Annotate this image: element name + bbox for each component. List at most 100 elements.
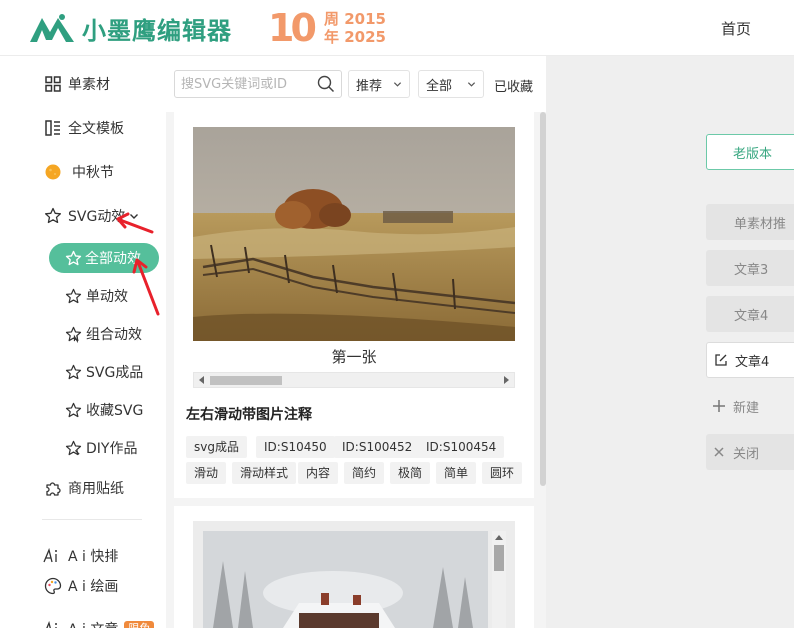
sidebar-item-label: A i 绘画 bbox=[68, 579, 119, 595]
scroll-right-icon[interactable] bbox=[504, 376, 509, 384]
ai-icon bbox=[42, 545, 64, 567]
scroll-thumb[interactable] bbox=[494, 545, 504, 571]
sidebar-subitem-label: 组合动效 bbox=[86, 327, 142, 343]
editor-app: 小墨鹰编辑器 10 周 2015 年 2025 首页 单素材 全文模板 中秋节 bbox=[0, 0, 794, 628]
anniversary-line-1: 周 2015 bbox=[324, 10, 386, 28]
landscape-painting-image bbox=[193, 127, 515, 341]
doc-tab-article-4-active[interactable]: 文章4 bbox=[706, 342, 794, 378]
sidebar-item-svg-effects[interactable]: SVG动效 bbox=[0, 201, 166, 231]
snow-house-image bbox=[203, 531, 488, 628]
puzzle-icon bbox=[42, 477, 64, 499]
tag[interactable]: svg成品 bbox=[186, 436, 247, 458]
sidebar-item-label: 中秋节 bbox=[72, 165, 114, 181]
doc-tab-label: 文章4 bbox=[734, 308, 769, 324]
material-card[interactable]: 第一张 左右滑动带图片注释 svg成品 ID:S10450 ID:S100452… bbox=[174, 112, 534, 498]
tag[interactable]: 滑动 bbox=[186, 462, 227, 484]
search-box bbox=[174, 70, 342, 98]
document-panel: 老版本 单素材推 文章3 文章4 文章4 新建 关闭 bbox=[546, 56, 794, 628]
close-icon bbox=[711, 444, 727, 460]
eagle-logo-icon bbox=[30, 14, 74, 42]
tag[interactable]: 内容 bbox=[298, 462, 339, 484]
sidebar-item-label: 全文模板 bbox=[68, 121, 124, 137]
material-card[interactable] bbox=[174, 506, 534, 628]
template-icon bbox=[42, 117, 64, 139]
filter-toolbar: 推荐 全部 已收藏 bbox=[166, 56, 546, 112]
sidebar-item-label: A i 文章 bbox=[68, 619, 118, 628]
star-n-icon bbox=[62, 323, 84, 345]
new-document-button[interactable]: 新建 bbox=[706, 388, 794, 424]
ai-icon bbox=[42, 618, 64, 628]
edit-icon bbox=[713, 352, 729, 368]
close-document-button[interactable]: 关闭 bbox=[706, 434, 794, 470]
tag[interactable]: ID:S10450 bbox=[256, 436, 335, 458]
search-input[interactable] bbox=[181, 75, 317, 93]
sidebar-item-ai-article[interactable]: A i 文章 限免 bbox=[0, 614, 166, 628]
star-icon bbox=[62, 285, 84, 307]
free-badge: 限免 bbox=[124, 621, 155, 628]
star-icon bbox=[62, 247, 84, 269]
search-icon[interactable] bbox=[317, 75, 335, 93]
horizontal-scrollbar[interactable] bbox=[193, 372, 515, 388]
anniversary-line-2: 年 2025 bbox=[324, 28, 386, 46]
sidebar-item-label: SVG动效 bbox=[68, 209, 126, 225]
sidebar-item-label: 单素材 bbox=[68, 77, 110, 93]
doc-tab-label: 文章4 bbox=[735, 354, 770, 370]
card-title: 左右滑动带图片注释 bbox=[186, 407, 312, 423]
sidebar-subitem-favorite-svg[interactable]: 收藏SVG bbox=[0, 395, 166, 425]
sidebar-subitem-diy-works[interactable]: DIY作品 bbox=[0, 433, 166, 463]
left-sidebar: 单素材 全文模板 中秋节 SVG动效 全部动效 单动效 组合动效 SVG成品 收… bbox=[0, 56, 166, 628]
sidebar-item-ai-painting[interactable]: A i 绘画 bbox=[0, 571, 166, 601]
logo-text: 小墨鹰编辑器 bbox=[82, 17, 232, 45]
chevron-down-icon[interactable] bbox=[129, 211, 139, 221]
sidebar-subitem-label: 全部动效 bbox=[85, 251, 141, 267]
scroll-left-icon[interactable] bbox=[199, 376, 204, 384]
close-document-label: 关闭 bbox=[733, 446, 760, 462]
scroll-up-icon[interactable] bbox=[495, 535, 503, 540]
sidebar-subitem-label: SVG成品 bbox=[86, 365, 144, 381]
material-list-panel: 推荐 全部 已收藏 bbox=[166, 56, 546, 628]
grid-icon bbox=[42, 73, 64, 95]
star-diy-icon bbox=[62, 437, 84, 459]
sidebar-item-mid-autumn[interactable]: 中秋节 bbox=[0, 157, 166, 187]
top-header: 小墨鹰编辑器 10 周 2015 年 2025 首页 bbox=[0, 0, 794, 56]
anniversary-number: 10 bbox=[268, 6, 317, 50]
tag[interactable]: 圆环 bbox=[482, 462, 523, 484]
tag[interactable]: 简单 bbox=[436, 462, 477, 484]
sidebar-subitem-all-effects[interactable]: 全部动效 bbox=[49, 243, 159, 273]
tag[interactable]: 简约 bbox=[344, 462, 385, 484]
tag[interactable]: ID:S100452 bbox=[334, 436, 421, 458]
star-icon bbox=[42, 205, 64, 227]
sidebar-item-label: A i 快排 bbox=[68, 549, 119, 565]
doc-tab-article-4[interactable]: 文章4 bbox=[706, 296, 794, 332]
star-icon bbox=[62, 361, 84, 383]
category-dropdown[interactable]: 全部 bbox=[418, 70, 484, 98]
sidebar-subitem-label: DIY作品 bbox=[86, 441, 138, 457]
sidebar-subitem-combo-effect[interactable]: 组合动效 bbox=[0, 319, 166, 349]
sidebar-subitem-single-effect[interactable]: 单动效 bbox=[0, 281, 166, 311]
old-version-button[interactable]: 老版本 bbox=[706, 134, 794, 170]
image-caption: 第一张 bbox=[331, 348, 377, 366]
doc-tab-label: 单素材推 bbox=[734, 216, 787, 232]
image-scrollbar[interactable] bbox=[492, 531, 506, 628]
doc-tab-single-material[interactable]: 单素材推 bbox=[706, 204, 794, 240]
plus-icon bbox=[711, 398, 727, 414]
favorites-filter[interactable]: 已收藏 bbox=[494, 76, 533, 95]
tag[interactable]: 滑动样式 bbox=[232, 462, 297, 484]
sidebar-item-commercial-stickers[interactable]: 商用贴纸 bbox=[0, 473, 166, 503]
tag[interactable]: 极简 bbox=[390, 462, 431, 484]
sidebar-item-ai-layout[interactable]: A i 快排 bbox=[0, 541, 166, 571]
sort-dropdown[interactable]: 推荐 bbox=[348, 70, 410, 98]
tag[interactable]: ID:S100454 bbox=[418, 436, 505, 458]
doc-tab-label: 文章3 bbox=[734, 262, 769, 278]
sidebar-subitem-svg-products[interactable]: SVG成品 bbox=[0, 357, 166, 387]
category-dropdown-label: 全部 bbox=[426, 78, 453, 94]
sidebar-item-single-material[interactable]: 单素材 bbox=[0, 69, 166, 99]
sidebar-subitem-label: 单动效 bbox=[86, 289, 128, 305]
sort-dropdown-label: 推荐 bbox=[356, 78, 383, 94]
sidebar-item-label: 商用贴纸 bbox=[68, 481, 124, 497]
nav-home-link[interactable]: 首页 bbox=[721, 18, 751, 39]
doc-tab-article-3[interactable]: 文章3 bbox=[706, 250, 794, 286]
sidebar-divider bbox=[42, 519, 142, 520]
scroll-thumb[interactable] bbox=[210, 376, 282, 385]
sidebar-item-full-template[interactable]: 全文模板 bbox=[0, 113, 166, 143]
